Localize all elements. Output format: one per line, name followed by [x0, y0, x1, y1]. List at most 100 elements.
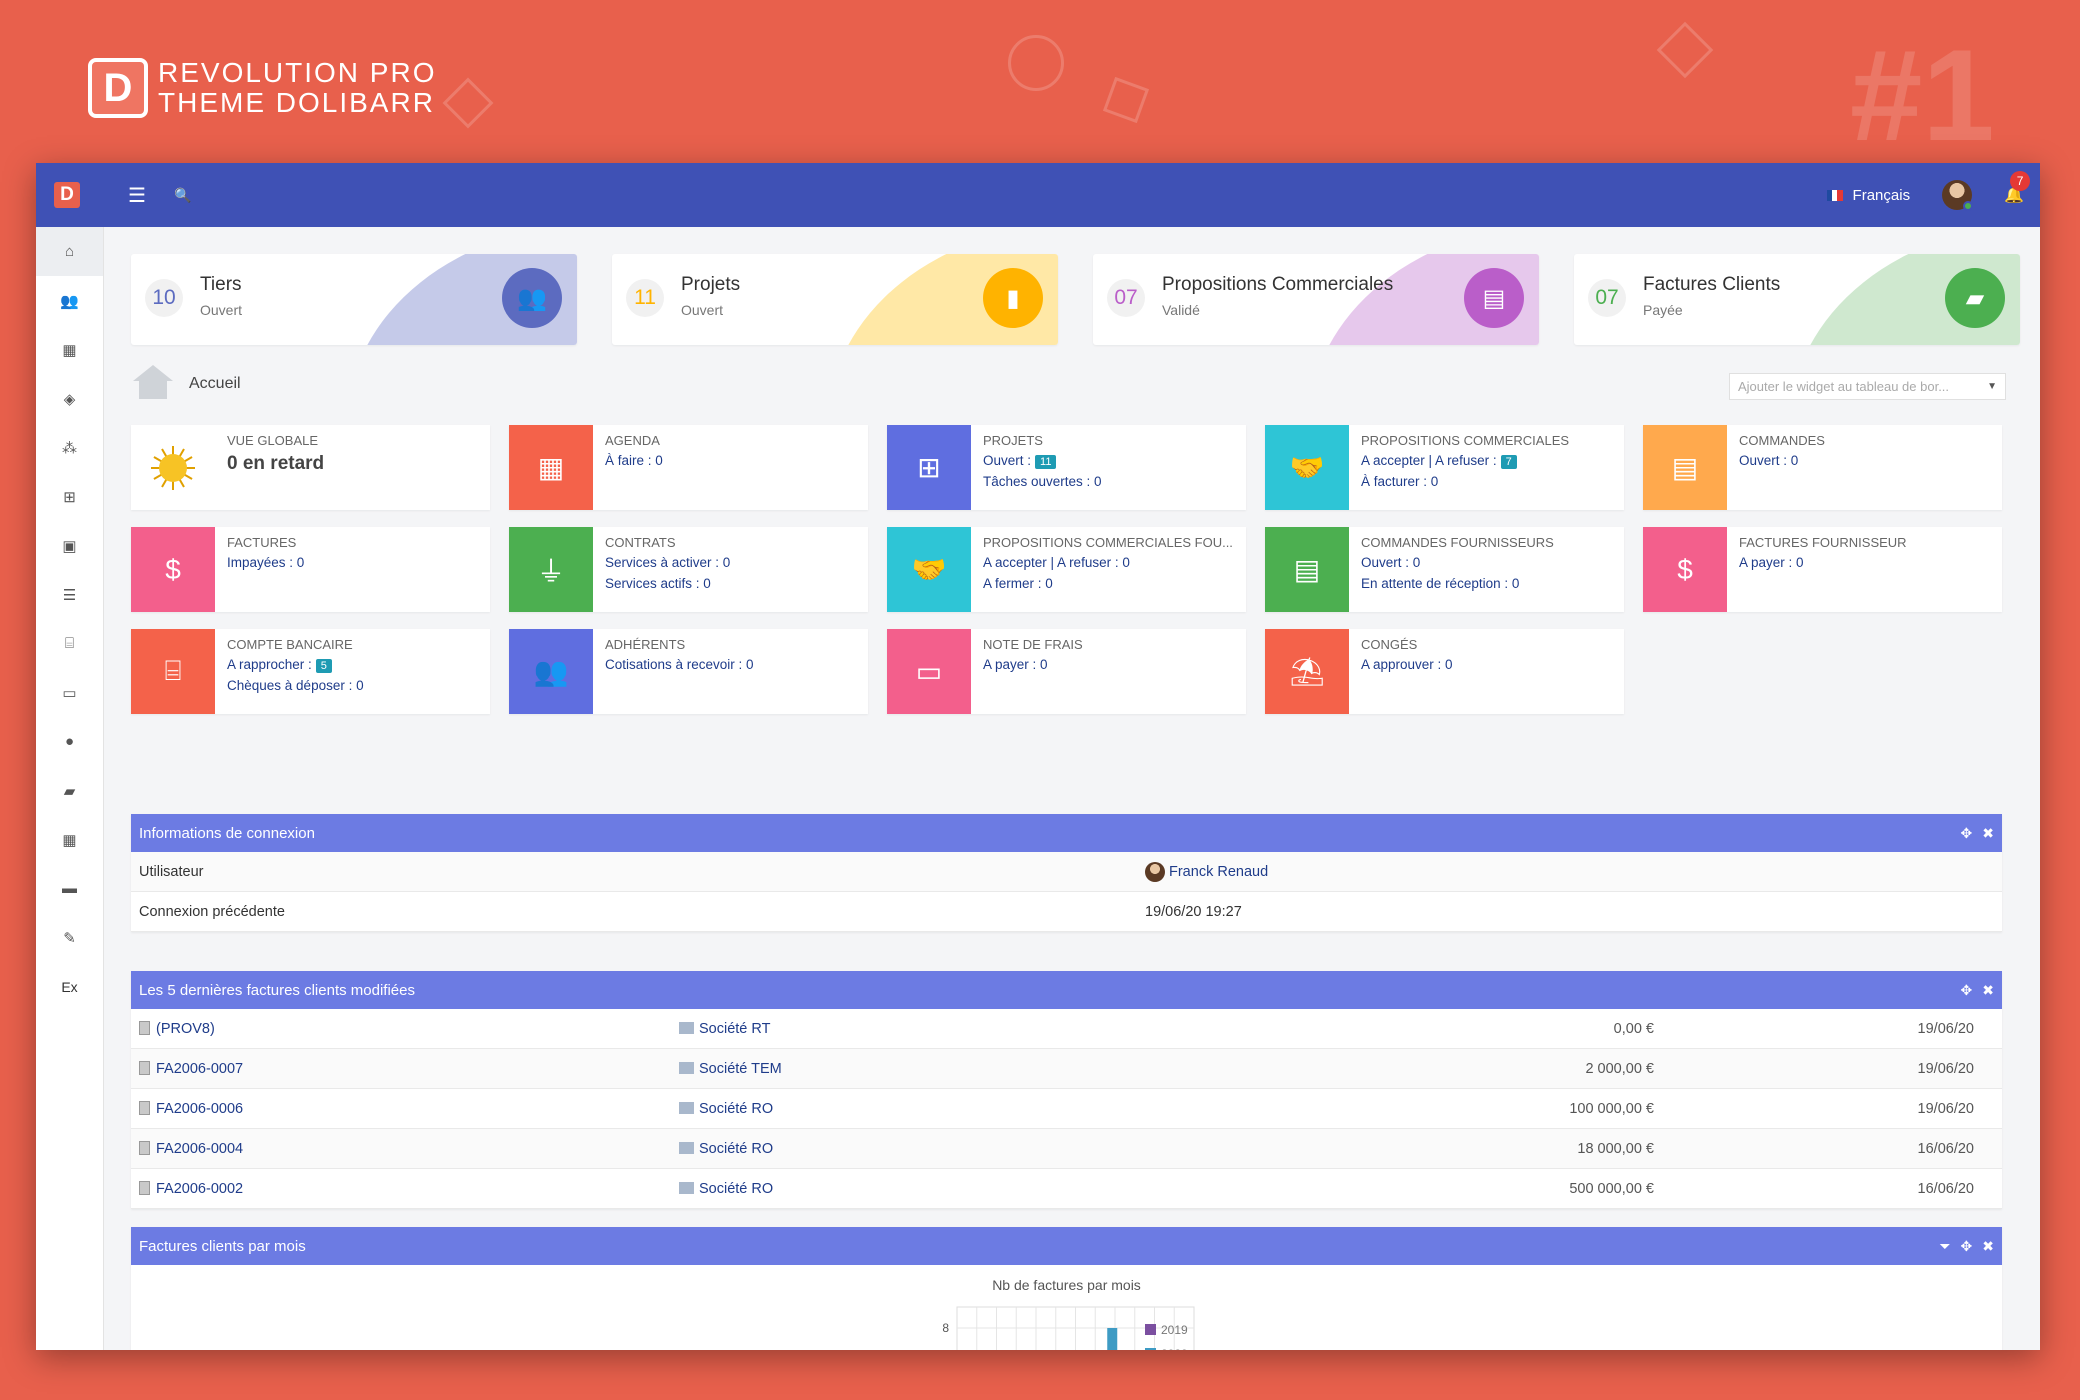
dashboard-box[interactable]: $ FACTURES FOURNISSEUR A payer : 0 [1643, 527, 2002, 612]
box-line-text: A rapprocher : [227, 657, 312, 672]
app-logo[interactable]: D [54, 182, 80, 208]
company-icon [679, 1101, 694, 1114]
users-icon[interactable]: 👥 [36, 276, 103, 325]
box-line[interactable]: Cotisations à recevoir : 0 [605, 657, 754, 672]
dashboard-box[interactable]: VUE GLOBALE 0 en retard [131, 425, 490, 510]
legend-swatch [1145, 1324, 1156, 1335]
invoice-ref-link[interactable]: (PROV8) [156, 1021, 215, 1037]
stat-card[interactable]: 11 Projets Ouvert ▮ [612, 254, 1058, 345]
cubes-icon[interactable]: ⁂ [36, 423, 103, 472]
coins-icon[interactable]: ☰ [36, 570, 103, 619]
panel-header: Informations de connexion ✥ ✖ [131, 814, 2002, 852]
user-avatar[interactable] [1942, 180, 1974, 211]
box-line[interactable]: A accepter | A refuser :7 [1361, 453, 1517, 469]
folder-open-icon[interactable]: ▰ [36, 766, 103, 815]
sitemap-icon[interactable]: ⊞ [36, 472, 103, 521]
dashboard-box[interactable]: ⊞ PROJETS Ouvert :11 Tâches ouvertes : 0 [887, 425, 1246, 510]
dashboard-box[interactable]: $ FACTURES Impayées : 0 [131, 527, 490, 612]
dashboard-box[interactable]: ▦ AGENDA À faire : 0 [509, 425, 868, 510]
box-line[interactable]: A accepter | A refuser : 0 [983, 555, 1130, 570]
stat-card[interactable]: 10 Tiers Ouvert 👥 [131, 254, 577, 345]
building-icon[interactable]: ▦ [36, 325, 103, 374]
calendar-icon[interactable]: ▦ [36, 815, 103, 864]
dashboard-box[interactable]: ▤ COMMANDES FOURNISSEURS Ouvert : 0 En atte… [1265, 527, 1624, 612]
box-line-text: Impayées : 0 [227, 555, 305, 570]
company-link[interactable]: Société RO [699, 1141, 773, 1157]
box-icon[interactable]: ◈ [36, 374, 103, 423]
folder-icon: ▰ [1945, 268, 2005, 328]
box-line[interactable]: À faire : 0 [605, 453, 663, 468]
close-icon[interactable]: ✖ [1982, 982, 1994, 999]
plug-icon: ⏚ [509, 527, 593, 612]
dashboard-box[interactable]: ▭ NOTE DE FRAIS A payer : 0 [887, 629, 1246, 714]
dashboard-box[interactable]: 👥 ADHÉRENTS Cotisations à recevoir : 0 [509, 629, 868, 714]
box-line[interactable]: Services à activer : 0 [605, 555, 730, 570]
stat-card[interactable]: 07 Propositions Commerciales Validé ▤ [1093, 254, 1539, 345]
login-row-previous: Connexion précédente 19/06/20 19:27 [131, 892, 2002, 932]
box-line[interactable]: A fermer : 0 [983, 576, 1053, 591]
invoice-ref-link[interactable]: FA2006-0006 [156, 1101, 243, 1117]
dashboard-box[interactable]: ⌸ COMPTE BANCAIRE A rapprocher :5 Chèques à… [131, 629, 490, 714]
briefcase-icon[interactable]: ▣ [36, 521, 103, 570]
box-line-text: Cotisations à recevoir : 0 [605, 657, 754, 672]
box-line[interactable]: Ouvert : 0 [1739, 453, 1798, 468]
box-line-text: Ouvert : 0 [1739, 453, 1799, 468]
wrench-icon[interactable]: ✎ [36, 913, 103, 962]
user-link[interactable]: Franck Renaud [1169, 864, 1268, 880]
bank-icon[interactable]: ⌸ [36, 619, 103, 668]
dashboard-box[interactable]: 🤝 PROPOSITIONS COMMERCIALES A accepter | A… [1265, 425, 1624, 510]
box-line[interactable]: A rapprocher :5 [227, 657, 332, 673]
money-check-icon[interactable]: ▭ [36, 668, 103, 717]
user-tie-icon[interactable]: ● [36, 717, 103, 766]
stat-subtitle: Ouvert [200, 302, 243, 318]
move-icon[interactable]: ✥ [1961, 825, 1973, 842]
box-line[interactable]: À facturer : 0 [1361, 474, 1438, 489]
invoice-ref-cell: FA2006-0007 [139, 1060, 679, 1077]
box-line[interactable]: En attente de réception : 0 [1361, 576, 1519, 591]
box-line[interactable]: Impayées : 0 [227, 555, 304, 570]
sidebar: ⌂ 👥 ▦ ◈ ⁂ ⊞ ▣ ☰ ⌸ ▭ ● ▰ ▦ ▬ ✎ Ex [36, 227, 104, 1350]
invoice-ref-link[interactable]: FA2006-0004 [156, 1141, 243, 1157]
card-icon[interactable]: ▬ [36, 864, 103, 913]
calendar-icon: ▦ [509, 425, 593, 510]
box-title: VUE GLOBALE [227, 433, 319, 448]
company-link[interactable]: Société RO [699, 1101, 773, 1117]
company-link[interactable]: Société RT [699, 1021, 770, 1037]
row-label: Connexion précédente [139, 903, 285, 920]
dashboard-box[interactable]: ⛱ CONGÉS A approuver : 0 [1265, 629, 1624, 714]
move-icon[interactable]: ✥ [1961, 982, 1973, 999]
box-line[interactable]: Services actifs : 0 [605, 576, 711, 591]
box-line[interactable]: Ouvert : 0 [1361, 555, 1420, 570]
export-icon[interactable]: Ex [36, 962, 103, 1011]
users-icon: 👥 [502, 268, 562, 328]
add-widget-placeholder: Ajouter le widget au tableau de bor... [1738, 379, 1950, 394]
amount-cell: 500 000,00 € [1569, 1180, 1654, 1197]
box-line[interactable]: Ouvert :11 [983, 453, 1057, 469]
box-line[interactable]: A approuver : 0 [1361, 657, 1453, 672]
language-selector[interactable]: Français [1853, 187, 1911, 204]
invoice-ref-link[interactable]: FA2006-0002 [156, 1181, 243, 1197]
dashboard-box[interactable]: ⏚ CONTRATS Services à activer : 0 Services … [509, 527, 868, 612]
close-icon[interactable]: ✖ [1982, 825, 1994, 842]
stat-card[interactable]: 07 Factures Clients Payée ▰ [1574, 254, 2020, 345]
legend-label: 2019 [1161, 1323, 1188, 1337]
file-text-icon: ▤ [1464, 268, 1524, 328]
dashboard-box[interactable]: ▤ COMMANDES Ouvert : 0 [1643, 425, 2002, 510]
file-text-icon: ▤ [1265, 527, 1349, 612]
notification-bell-icon[interactable]: 🔔 7 [2004, 171, 2031, 205]
date-cell: 19/06/20 [1917, 1100, 1974, 1117]
box-line[interactable]: A payer : 0 [1739, 555, 1804, 570]
dashboard-box[interactable]: 🤝 PROPOSITIONS COMMERCIALES FOU... A accep… [887, 527, 1246, 612]
box-line[interactable]: Chèques à déposer : 0 [227, 678, 364, 693]
box-line[interactable]: Tâches ouvertes : 0 [983, 474, 1102, 489]
add-widget-select[interactable]: Ajouter le widget au tableau de bor... ▼ [1729, 373, 2006, 400]
menu-icon[interactable]: ☰ [128, 183, 146, 208]
box-title: PROPOSITIONS COMMERCIALES [1361, 433, 1570, 448]
panel-header: Les 5 dernières factures clients modifié… [131, 971, 2002, 1009]
invoice-ref-link[interactable]: FA2006-0007 [156, 1061, 243, 1077]
home-icon[interactable]: ⌂ [36, 227, 103, 276]
company-link[interactable]: Société TEM [699, 1061, 782, 1077]
company-link[interactable]: Société RO [699, 1181, 773, 1197]
box-line[interactable]: A payer : 0 [983, 657, 1048, 672]
search-icon[interactable]: 🔍 [174, 187, 191, 204]
